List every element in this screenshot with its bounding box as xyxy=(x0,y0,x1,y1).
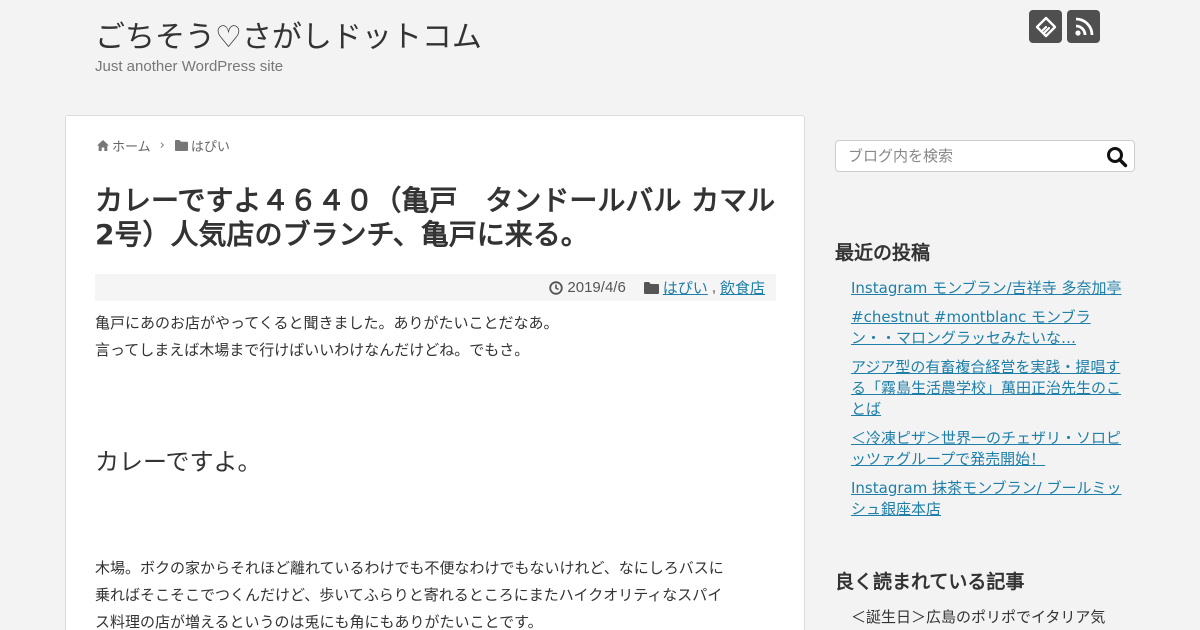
post-categories: はぴい, 飲食店 xyxy=(643,277,765,298)
site-title[interactable]: ごちそう♡さがしドットコム xyxy=(95,12,482,56)
recent-posts-title: 最近の投稿 xyxy=(835,242,931,264)
list-item: Instagram 抹茶モンブラン/ ブールミッシュ銀座本店 xyxy=(851,478,1131,520)
folder-icon xyxy=(174,140,188,151)
popular-post-link[interactable]: ＜誕生日＞広島のポリポでイタリア気 xyxy=(851,607,1131,628)
paragraph-line: 乗ればそこそこでつくんだけど、歩いてふらりと寄れるところにまたハイクオリティなス… xyxy=(95,586,723,604)
recent-post-link[interactable]: Instagram モンブラン/吉祥寺 多奈加亭 xyxy=(851,279,1121,297)
chevron-right-icon: › xyxy=(159,138,165,153)
breadcrumb-category-label: はぴい xyxy=(190,140,230,155)
paragraph-line: 言ってしまえば木場まで行けばいいわけなんだけどね。でもさ。 xyxy=(95,341,530,359)
main-article: ホーム › はぴい カレーですよ４６４０（亀戸 タンドールバル カマル2号）人気… xyxy=(65,115,805,630)
clock-icon xyxy=(549,280,564,295)
search-form xyxy=(835,140,1135,172)
breadcrumb-home-label: ホーム xyxy=(112,140,151,155)
recent-post-link[interactable]: Instagram 抹茶モンブラン/ ブールミッシュ銀座本店 xyxy=(851,479,1121,518)
post-paragraph-1: 亀戸にあのお店がやってくると聞きました。ありがたいことだなあ。 言ってしまえば木… xyxy=(95,310,559,364)
post-date-text: 2019/4/6 xyxy=(567,279,626,296)
recent-post-link[interactable]: ＜冷凍ピザ＞世界一のチェザリ・ソロピッツァグループで発売開始！ xyxy=(851,429,1121,468)
site-description: Just another WordPress site xyxy=(95,58,284,75)
post-paragraph-2: 木場。ボクの家からそれほど離れているわけでも不便なわけでもないけれど、なにしろバ… xyxy=(95,555,724,630)
category-link-restaurant[interactable]: 飲食店 xyxy=(720,277,765,298)
list-item: ＜冷凍ピザ＞世界一のチェザリ・ソロピッツァグループで発売開始！ xyxy=(851,428,1131,470)
paragraph-line: 亀戸にあのお店がやってくると聞きました。ありがたいことだなあ。 xyxy=(95,314,559,332)
feedly-icon[interactable] xyxy=(1029,10,1062,43)
breadcrumb-home[interactable]: ホーム xyxy=(97,136,151,155)
recent-post-link[interactable]: #chestnut #montblanc モンブラン・・マロングラッセみたいな… xyxy=(851,308,1091,347)
list-item: アジア型の有畜複合経営を実践・提唱する「霧島生活農学校」萬田正治先生のことば xyxy=(851,357,1131,420)
breadcrumb-category[interactable]: はぴい xyxy=(174,136,230,155)
popular-posts-title: 良く読まれている記事 xyxy=(835,571,1025,593)
post-title: カレーですよ４６４０（亀戸 タンドールバル カマル2号）人気店のブランチ、亀戸に… xyxy=(95,184,776,251)
list-item: Instagram モンブラン/吉祥寺 多奈加亭 xyxy=(851,278,1131,299)
rss-icon[interactable] xyxy=(1067,10,1100,43)
post-date: 2019/4/6 xyxy=(549,279,626,296)
breadcrumb: ホーム › はぴい xyxy=(97,136,230,155)
popular-posts-list: ＜誕生日＞広島のポリポでイタリア気 xyxy=(851,607,1131,628)
header-social-icons xyxy=(1029,10,1100,43)
recent-posts-list: Instagram モンブラン/吉祥寺 多奈加亭 #chestnut #mont… xyxy=(851,278,1131,528)
category-link-happy[interactable]: はぴい xyxy=(663,277,708,298)
site-header: ごちそう♡さがしドットコム Just another WordPress sit… xyxy=(0,0,1200,100)
post-heading: カレーですよ。 xyxy=(95,448,262,476)
list-item: #chestnut #montblanc モンブラン・・マロングラッセみたいな… xyxy=(851,307,1131,349)
paragraph-line: ス料理の店が増えるというのは兎にも角にもありがたいことです。 xyxy=(95,613,543,630)
search-input[interactable] xyxy=(836,141,1101,171)
search-icon xyxy=(1107,147,1128,168)
recent-post-link[interactable]: アジア型の有畜複合経営を実践・提唱する「霧島生活農学校」萬田正治先生のことば xyxy=(851,358,1121,418)
folder-icon xyxy=(643,281,659,294)
home-icon xyxy=(97,140,109,151)
search-button[interactable] xyxy=(1106,146,1128,168)
paragraph-line: 木場。ボクの家からそれほど離れているわけでも不便なわけでもないけれど、なにしろバ… xyxy=(95,559,724,577)
category-separator: , xyxy=(711,279,716,296)
post-meta: 2019/4/6 はぴい, 飲食店 xyxy=(95,274,776,301)
